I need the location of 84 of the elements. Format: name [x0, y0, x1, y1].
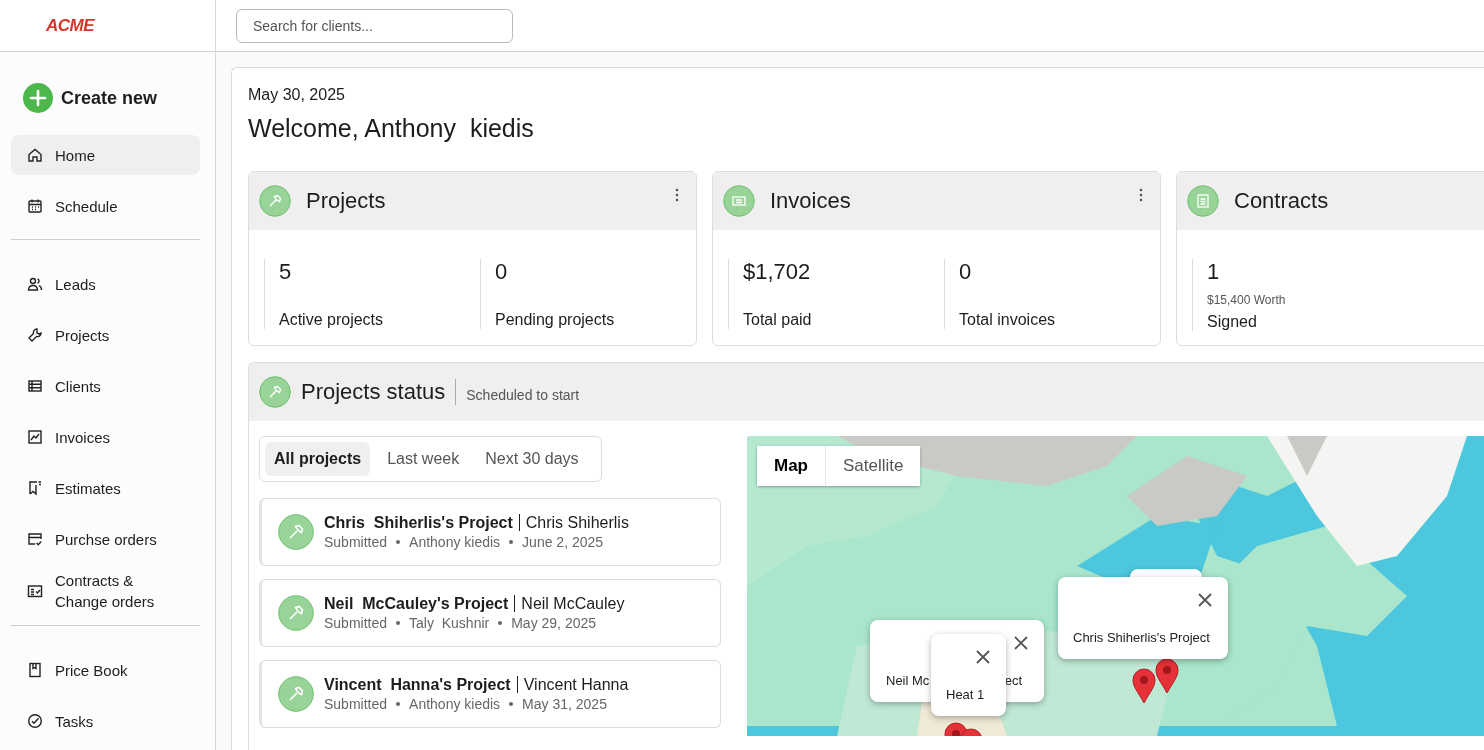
sidebar-item[interactable]: Leads [11, 264, 200, 304]
stat-value: 5 [279, 259, 293, 286]
check-icon [27, 713, 43, 729]
stat-value: $1,702 [743, 259, 812, 286]
project-owner: Anthony kiedis [409, 534, 501, 550]
project-card[interactable]: Neil McCauley's Project Neil McCauley Submitted Taly Kushnir May 29, 2025 [259, 579, 721, 647]
project-date: May 29, 2025 [511, 615, 597, 631]
project-date: May 31, 2025 [522, 696, 607, 712]
contract-icon [27, 583, 43, 599]
project-name: Vincent Hanna's Project [324, 676, 518, 693]
filter-tab[interactable]: Next 30 days [476, 442, 588, 476]
project-date: June 2, 2025 [522, 534, 604, 550]
logo[interactable]: ACME [46, 15, 95, 36]
plus-icon [23, 83, 53, 113]
filter-tab[interactable]: All projects [265, 442, 371, 476]
home-icon [27, 147, 43, 163]
chart-icon [27, 429, 43, 445]
stat-note: $15,400 Worth [1207, 293, 1287, 307]
stat-label: Total invoices [959, 311, 1057, 329]
stat-label: Active projects [279, 311, 385, 329]
sidebar-item[interactable]: Home [11, 135, 200, 175]
project-status: Submitted [324, 615, 388, 631]
popup-text: Heat 1 [946, 687, 985, 702]
sidebar-item[interactable]: Clients [11, 366, 200, 406]
section-title: Projects status [301, 379, 457, 405]
card-icon [27, 531, 43, 547]
project-card[interactable]: Chris Shiherlis's Project Chris Shiherlis Submitted Anthony kiedis June 2, 2025 [259, 498, 721, 566]
flag-icon [27, 480, 43, 496]
hammer-icon [278, 595, 314, 631]
hammer-icon [278, 676, 314, 712]
close-icon[interactable] [976, 650, 990, 664]
popup-text: Neil Mc [886, 673, 930, 688]
client-name: Vincent Hanna [523, 676, 629, 693]
hammer-icon [259, 185, 291, 217]
card-title: Invoices [770, 188, 851, 214]
project-owner: Taly Kushnir [409, 615, 490, 631]
sidebar-item[interactable]: Invoices [11, 417, 200, 457]
stat-value: 1 [1207, 259, 1221, 286]
filter-tab[interactable]: Last week [378, 442, 469, 476]
map-type-tab[interactable]: Map [757, 446, 826, 486]
project-status: Submitted [324, 534, 388, 550]
section-subtitle: Scheduled to start [466, 387, 580, 403]
document-icon [1187, 185, 1219, 217]
project-status: Submitted [324, 696, 388, 712]
close-icon[interactable] [1198, 593, 1212, 607]
map-type-tab[interactable]: Satellite [826, 446, 921, 486]
client-name: Chris Shiherlis [525, 514, 629, 531]
calendar-icon [27, 198, 43, 214]
stat-label: Signed [1207, 313, 1258, 331]
popup-text: Chris Shiherlis's Project [1073, 630, 1210, 645]
sidebar-item[interactable]: Schedule [11, 186, 200, 226]
stat-label: Pending projects [495, 311, 616, 329]
project-card[interactable]: Vincent Hanna's Project Vincent Hanna Submitted Anthony kiedis May 31, 2025 [259, 660, 721, 728]
stat-value: 0 [495, 259, 509, 286]
more-icon[interactable] [675, 188, 679, 202]
welcome-heading: Welcome, Anthony kiedis [248, 114, 535, 143]
people-icon [27, 276, 43, 292]
stat-value: 0 [959, 259, 973, 286]
search-field[interactable]: Search for clients... [236, 8, 513, 43]
list-icon [27, 378, 43, 394]
close-icon[interactable] [1014, 636, 1028, 650]
sidebar-item[interactable]: Purchse orders [11, 519, 200, 559]
map-pin-icon[interactable] [1154, 658, 1180, 694]
hammer-icon [259, 376, 291, 408]
sidebar-item[interactable]: Tasks [11, 701, 200, 741]
sidebar-item[interactable]: Price Book [11, 650, 200, 690]
sidebar-item[interactable]: Projects [11, 315, 200, 355]
project-name: Neil McCauley's Project [324, 595, 516, 612]
project-owner: Anthony kiedis [409, 696, 501, 712]
hammer-icon [278, 514, 314, 550]
create-new-button[interactable]: Create new [23, 83, 158, 113]
book-icon [27, 662, 43, 678]
client-name: Neil McCauley [521, 595, 625, 612]
card-title: Projects [306, 188, 386, 214]
sidebar-item[interactable]: Estimates [11, 468, 200, 508]
invoice-icon [723, 185, 755, 217]
card-title: Contracts [1234, 188, 1329, 214]
project-name: Chris Shiherlis's Project [324, 514, 520, 531]
map-pin-icon[interactable] [1131, 668, 1157, 704]
stat-label: Total paid [743, 311, 813, 329]
date-text: May 30, 2025 [248, 86, 346, 104]
more-icon[interactable] [1139, 188, 1143, 202]
sidebar-item[interactable]: Contracts & Change orders [11, 570, 200, 612]
wrench-icon [27, 327, 43, 343]
